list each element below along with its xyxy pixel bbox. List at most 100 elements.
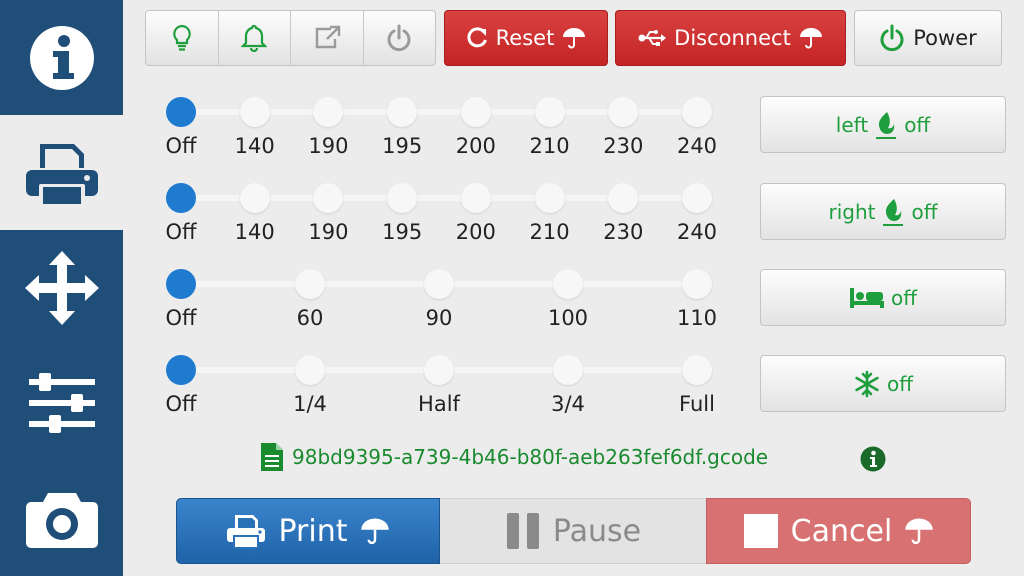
slider-tick-label: Off <box>165 220 197 244</box>
slider-tick-label: 140 <box>234 134 275 158</box>
open-external-button[interactable] <box>291 11 364 65</box>
umbrella-icon <box>905 518 934 545</box>
slider-stop[interactable] <box>534 183 565 213</box>
power-label: Power <box>913 26 977 50</box>
file-name: 98bd9395-a739-4b46-b80f-aeb263fef6df.gco… <box>292 445 769 469</box>
snowflake-icon <box>855 370 879 397</box>
power-icon <box>880 24 904 52</box>
shutdown-button[interactable] <box>364 11 436 65</box>
cancel-button[interactable]: Cancel <box>706 498 971 564</box>
flame-icon <box>876 111 897 139</box>
slider-tick-label: 100 <box>547 306 589 330</box>
bed-state: off <box>890 285 917 310</box>
slider-stop[interactable] <box>239 97 270 127</box>
reset-label: Reset <box>495 26 555 50</box>
umbrella-icon <box>563 28 586 49</box>
slider-stop[interactable] <box>424 355 454 385</box>
info-icon <box>860 446 886 472</box>
light-button[interactable] <box>146 11 219 65</box>
slider-stop[interactable] <box>682 183 712 213</box>
right-extruder-temp-slider[interactable]: Off 140 190 195 200 210 230 240 <box>166 176 726 256</box>
file-info-button[interactable] <box>860 446 886 476</box>
sidebar-item-camera[interactable] <box>0 461 123 576</box>
external-link-icon <box>315 25 340 49</box>
slider-tick-label: 210 <box>529 134 570 158</box>
sidebar-item-info[interactable] <box>0 0 123 115</box>
usb-icon <box>638 30 667 46</box>
slider-stop[interactable] <box>460 97 491 127</box>
reset-button[interactable]: Reset <box>444 10 608 66</box>
umbrella-icon <box>360 518 389 545</box>
sidebar <box>0 0 123 576</box>
slider-tick-label: 240 <box>676 220 718 244</box>
slider-stop[interactable] <box>460 183 491 213</box>
slider-tick-label: Off <box>165 392 197 416</box>
slider-stop[interactable] <box>239 183 270 213</box>
slider-stop[interactable] <box>608 97 639 127</box>
umbrella-icon <box>799 28 822 49</box>
slider-tick-label: 230 <box>603 220 644 244</box>
slider-handle[interactable] <box>166 269 196 299</box>
slider-stop[interactable] <box>424 269 454 299</box>
slider-stop[interactable] <box>313 97 344 127</box>
slider-tick-label: Off <box>165 306 197 330</box>
fan-toggle[interactable]: off <box>760 355 1006 412</box>
slider-handle[interactable] <box>166 97 196 127</box>
pause-icon <box>506 513 539 549</box>
slider-stop[interactable] <box>295 269 325 299</box>
slider-stop[interactable] <box>387 183 418 213</box>
sliders-icon <box>28 372 95 433</box>
power-button[interactable]: Power <box>854 10 1002 66</box>
slider-tick-label: 110 <box>676 306 718 330</box>
sidebar-item-move[interactable] <box>0 230 123 345</box>
slider-stop[interactable] <box>295 355 325 385</box>
slider-stop[interactable] <box>534 97 565 127</box>
slider-handle[interactable] <box>166 183 196 213</box>
left-extruder-label: left <box>835 112 869 137</box>
slider-tick-label: 240 <box>676 134 718 158</box>
slider-stop[interactable] <box>682 97 712 127</box>
disconnect-button[interactable]: Disconnect <box>615 10 846 66</box>
slider-tick-label: Full <box>679 392 715 416</box>
slider-tick-label: 200 <box>455 134 496 158</box>
slider-stop[interactable] <box>608 183 639 213</box>
right-extruder-toggle[interactable]: right off <box>760 183 1006 240</box>
slider-stop[interactable] <box>313 183 344 213</box>
printer-icon <box>25 143 98 204</box>
flame-icon <box>883 198 904 226</box>
lightbulb-icon <box>172 24 191 51</box>
info-icon <box>29 25 94 90</box>
print-label: Print <box>278 513 348 549</box>
sidebar-item-print[interactable] <box>0 115 123 230</box>
left-extruder-temp-slider[interactable]: Off 140 190 195 200 210 230 240 <box>166 90 726 170</box>
pause-button[interactable]: Pause <box>440 498 706 564</box>
print-button[interactable]: Print <box>176 498 440 564</box>
slider-stop[interactable] <box>553 269 583 299</box>
slider-stop[interactable] <box>387 97 418 127</box>
slider-stop[interactable] <box>682 269 712 299</box>
slider-tick-label: Off <box>165 134 197 158</box>
slider-stop[interactable] <box>553 355 583 385</box>
cancel-label: Cancel <box>790 513 893 549</box>
move-arrows-icon <box>24 250 99 325</box>
slider-tick-label: Half <box>418 392 460 416</box>
slider-tick-label: 190 <box>308 134 349 158</box>
bed-temp-slider[interactable]: Off 60 90 100 110 <box>166 262 726 342</box>
bed-icon <box>849 287 884 308</box>
left-extruder-toggle[interactable]: left off <box>760 96 1006 153</box>
sidebar-item-settings[interactable] <box>0 345 123 460</box>
camera-icon <box>25 492 98 548</box>
slider-handle[interactable] <box>166 355 196 385</box>
left-extruder-state: off <box>904 112 931 137</box>
slider-tick-label: 210 <box>529 220 570 244</box>
notifications-button[interactable] <box>219 11 291 65</box>
slider-tick-label: 200 <box>455 220 496 244</box>
right-extruder-label: right <box>828 199 876 224</box>
bed-toggle[interactable]: off <box>760 269 1006 326</box>
slider-tick-label: 3/4 <box>551 392 585 416</box>
quick-action-group <box>145 10 436 66</box>
slider-stop[interactable] <box>682 355 712 385</box>
fan-speed-slider[interactable]: Off 1/4 Half 3/4 Full <box>166 348 726 428</box>
loaded-file: 98bd9395-a739-4b46-b80f-aeb263fef6df.gco… <box>260 442 768 472</box>
slider-tick-label: 140 <box>234 220 275 244</box>
